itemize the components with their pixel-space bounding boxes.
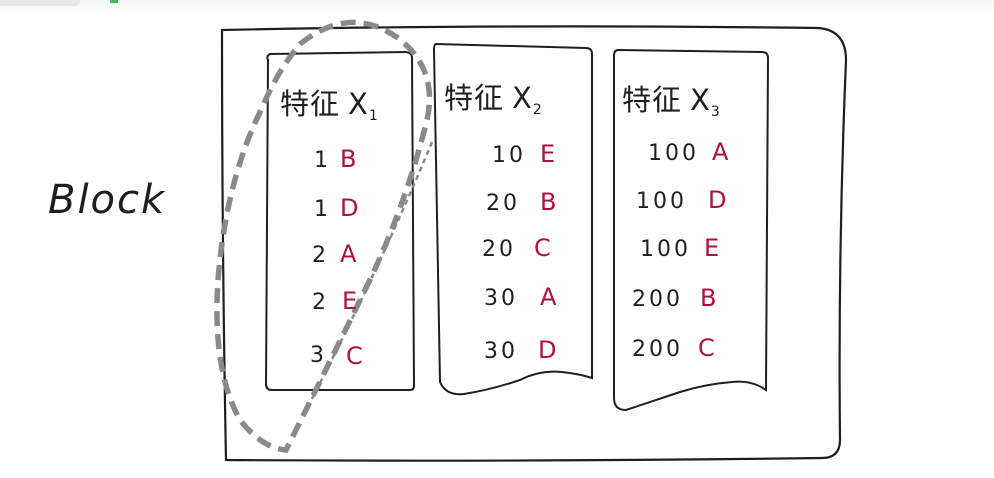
row-value: 100 bbox=[648, 141, 699, 166]
row-value: 200 bbox=[632, 287, 683, 312]
row-value: 20 bbox=[482, 237, 516, 262]
row-value: 3 bbox=[310, 343, 327, 368]
row-value: 200 bbox=[632, 337, 683, 362]
column-title: 特征 X3 bbox=[622, 83, 721, 120]
row-letter: D bbox=[538, 336, 556, 364]
row-letter: A bbox=[340, 240, 357, 268]
row-letter: E bbox=[540, 140, 555, 168]
column-x3: 特征 X3 100 A 100 D 100 E 200 B 200 C bbox=[622, 83, 729, 362]
row-letter: B bbox=[340, 145, 356, 173]
row-value: 20 bbox=[486, 191, 520, 216]
column-x1: 特征 X1 1 B 1 D 2 A 2 E 3 C bbox=[280, 87, 379, 370]
row-letter: A bbox=[712, 138, 729, 166]
diagram-canvas: Block 特征 X1 1 B 1 D 2 A 2 E 3 C 特征 X2 10 E… bbox=[48, 19, 848, 462]
row-letter: D bbox=[340, 194, 358, 222]
row-value: 30 bbox=[484, 339, 518, 364]
row-letter: C bbox=[534, 234, 551, 262]
row-value: 2 bbox=[312, 290, 329, 315]
column-title: 特征 X1 bbox=[280, 87, 379, 124]
row-letter: B bbox=[700, 284, 716, 312]
row-letter: A bbox=[540, 283, 557, 311]
row-letter: B bbox=[540, 188, 556, 216]
row-value: 10 bbox=[492, 143, 526, 168]
row-value: 100 bbox=[636, 189, 687, 214]
row-letter: C bbox=[698, 334, 715, 362]
block-label: Block bbox=[48, 177, 166, 223]
row-value: 30 bbox=[484, 286, 518, 311]
row-letter: D bbox=[708, 186, 726, 214]
row-value: 2 bbox=[312, 243, 329, 268]
row-value: 1 bbox=[314, 197, 331, 222]
row-letter: C bbox=[346, 342, 363, 370]
column-x2: 特征 X2 10 E 20 B 20 C 30 A 30 D bbox=[444, 81, 557, 364]
row-value: 1 bbox=[314, 148, 331, 173]
row-value: 100 bbox=[640, 237, 691, 262]
column-title: 特征 X2 bbox=[444, 81, 543, 118]
row-letter: E bbox=[704, 234, 719, 262]
row-letter: E bbox=[342, 287, 357, 315]
